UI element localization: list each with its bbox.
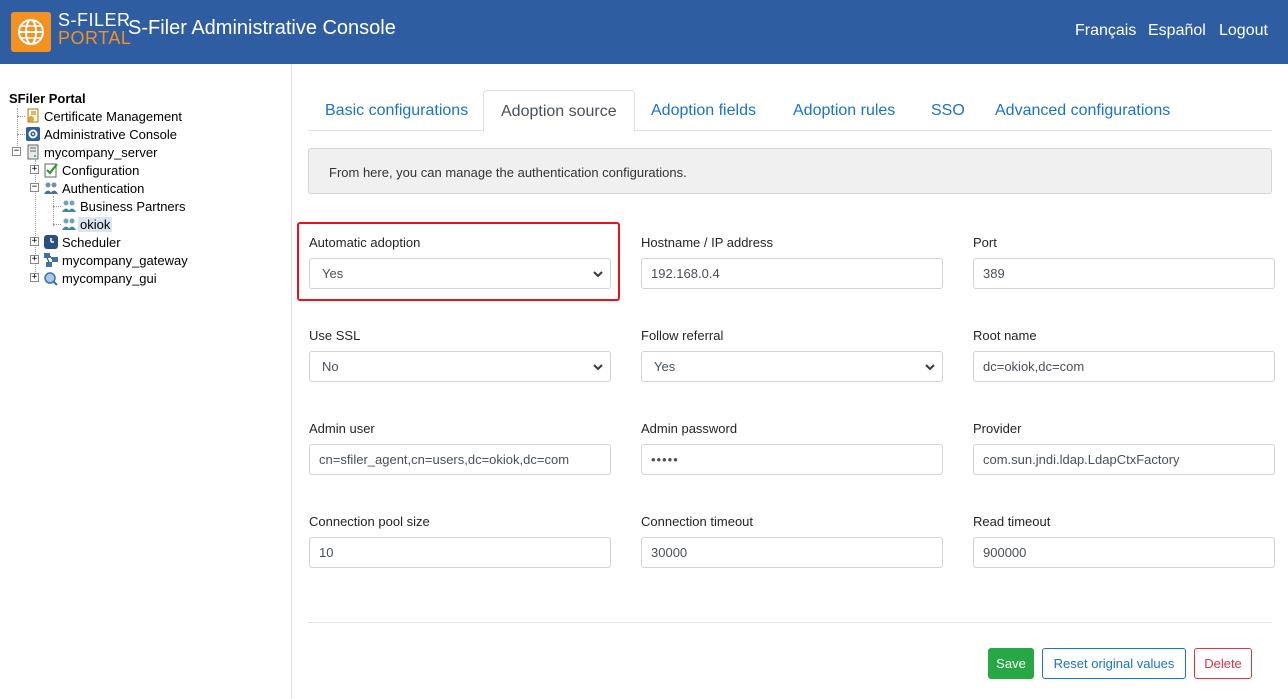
expand-icon[interactable]: + [30, 273, 39, 282]
checklist-icon [43, 162, 59, 178]
tree-item-certificate-management[interactable]: Certificate Management [25, 107, 184, 125]
admin-user-label: Admin user [309, 421, 375, 436]
save-button[interactable]: Save [988, 648, 1034, 679]
tab-adoption-fields[interactable]: Adoption fields [634, 90, 773, 131]
use-ssl-select[interactable]: No [309, 351, 611, 382]
tab-sso[interactable]: SSO [914, 90, 982, 131]
tree-item-label: Authentication [62, 180, 145, 196]
clock-icon [43, 234, 59, 250]
follow-referral-value: Yes [654, 359, 676, 374]
automatic-adoption-select[interactable]: Yes [309, 258, 611, 289]
tree-connector [53, 196, 54, 226]
tree-item-label: Administrative Console [44, 126, 177, 142]
automatic-adoption-value: Yes [322, 266, 344, 281]
connection-timeout-input[interactable]: 30000 [641, 537, 943, 568]
connection-pool-size-input[interactable]: 10 [309, 537, 611, 568]
tree-item-scheduler[interactable]: Scheduler [43, 233, 123, 251]
connection-pool-size-label: Connection pool size [309, 514, 430, 529]
tree-item-mycompany-server[interactable]: mycompany_server [25, 143, 159, 161]
tab-bar: Basic configurations Adoption source Ado… [308, 90, 1272, 132]
tree-item-mycompany-gui[interactable]: mycompany_gui [43, 269, 159, 287]
language-spanish-link[interactable]: Español [1148, 22, 1206, 40]
provider-label: Provider [973, 421, 1022, 436]
network-icon [43, 252, 59, 268]
globe-icon [18, 19, 44, 45]
tree-item-label: Business Partners [80, 198, 186, 214]
certificate-icon [25, 108, 41, 124]
language-french-link[interactable]: Français [1075, 22, 1136, 40]
root-name-label: Root name [973, 328, 1037, 343]
follow-referral-select[interactable]: Yes [641, 351, 943, 382]
tree-item-label: mycompany_gui [62, 270, 157, 286]
read-timeout-input[interactable]: 900000 [973, 537, 1275, 568]
tree-item-okiok[interactable]: okiok [61, 215, 113, 233]
port-label: Port [973, 235, 997, 250]
tree-connector [17, 134, 25, 135]
magnifier-icon [43, 270, 59, 286]
app-title: S-Filer Administrative Console [128, 17, 396, 39]
tab-advanced-configurations[interactable]: Advanced configurations [978, 90, 1187, 131]
tree-connector [53, 224, 61, 225]
expand-icon[interactable]: + [30, 165, 39, 174]
tree-connector [17, 116, 25, 117]
tab-adoption-rules[interactable]: Adoption rules [776, 90, 912, 131]
tree-item-business-partners[interactable]: Business Partners [61, 197, 188, 215]
tree-connector [53, 206, 61, 207]
tree-item-configuration[interactable]: Configuration [43, 161, 141, 179]
sidebar-tree: SFiler Portal Certificate Management Adm… [0, 64, 292, 699]
provider-input[interactable]: com.sun.jndi.ldap.LdapCtxFactory [973, 444, 1275, 475]
root-name-input[interactable]: dc=okiok,dc=com [973, 351, 1275, 382]
admin-password-label: Admin password [641, 421, 738, 436]
automatic-adoption-label: Automatic adoption [309, 235, 421, 250]
server-icon [25, 144, 41, 160]
collapse-icon[interactable]: − [30, 183, 39, 192]
tree-item-label: Certificate Management [44, 108, 183, 124]
tree-item-mycompany-gateway[interactable]: mycompany_gateway [43, 251, 190, 269]
users-icon [43, 180, 59, 196]
port-input[interactable]: 389 [973, 258, 1275, 289]
expand-icon[interactable]: + [30, 237, 39, 246]
collapse-icon[interactable]: − [12, 147, 21, 156]
connection-timeout-label: Connection timeout [641, 514, 754, 529]
use-ssl-label: Use SSL [309, 328, 361, 343]
tree-item-authentication[interactable]: Authentication [43, 179, 146, 197]
use-ssl-value: No [322, 359, 339, 374]
follow-referral-label: Follow referral [641, 328, 724, 343]
info-message: From here, you can manage the authentica… [308, 148, 1272, 194]
expand-icon[interactable]: + [30, 255, 39, 264]
read-timeout-label: Read timeout [973, 514, 1051, 529]
form-divider [308, 622, 1272, 623]
tree-item-administrative-console[interactable]: Administrative Console [25, 125, 179, 143]
tree-item-label: Scheduler [62, 234, 121, 250]
admin-user-input[interactable]: cn=sfiler_agent,cn=users,dc=okiok,dc=com [309, 444, 611, 475]
app-header: S-FILER PORTAL S-Filer Administrative Co… [0, 0, 1288, 64]
hostname-input[interactable]: 192.168.0.4 [641, 258, 943, 289]
reset-original-values-button[interactable]: Reset original values [1042, 648, 1186, 679]
admin-password-input[interactable]: ••••• [641, 444, 943, 475]
tab-adoption-source[interactable]: Adoption source [483, 90, 635, 132]
logo-text-line2: PORTAL [58, 28, 132, 48]
settings-icon [25, 126, 41, 142]
logout-link[interactable]: Logout [1219, 22, 1268, 40]
chevron-down-icon [925, 364, 935, 371]
users-icon [61, 216, 77, 232]
users-icon [61, 198, 77, 214]
tree-item-label: Configuration [62, 162, 140, 178]
delete-button[interactable]: Delete [1194, 648, 1252, 679]
tree-root[interactable]: SFiler Portal [9, 91, 86, 106]
chevron-down-icon [593, 271, 603, 278]
hostname-label: Hostname / IP address [641, 235, 773, 250]
chevron-down-icon [593, 364, 603, 371]
logo [11, 12, 51, 52]
tree-item-label: mycompany_server [44, 144, 158, 160]
tree-item-label: okiok [78, 216, 113, 232]
tree-item-label: mycompany_gateway [62, 252, 188, 268]
tab-basic-configurations[interactable]: Basic configurations [308, 90, 485, 131]
